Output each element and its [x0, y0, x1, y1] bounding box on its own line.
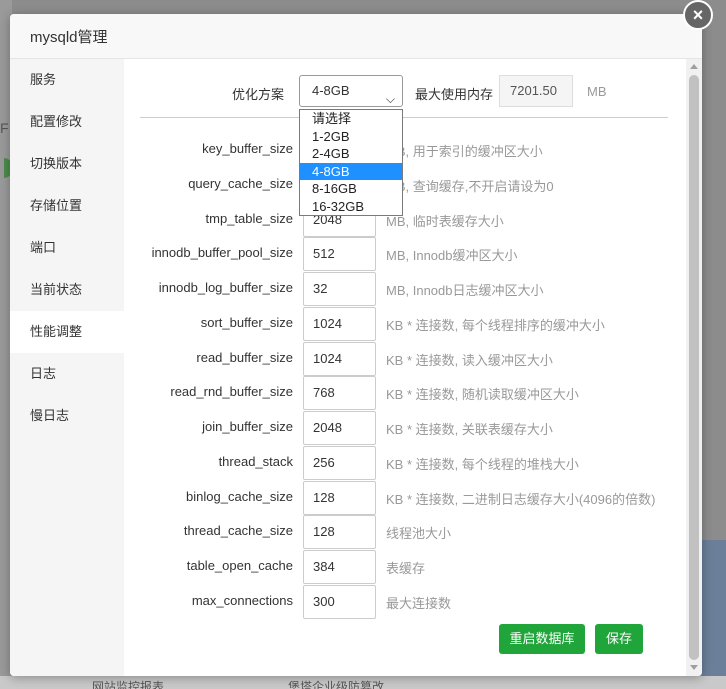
param-description: 表缓存	[386, 561, 426, 576]
restart-database-button[interactable]: 重启数据库	[499, 624, 585, 654]
param-row-binlog-cache-size: binlog_cache_size 128 KB * 连接数, 二进制日志缓存大小(…	[124, 480, 686, 515]
background-text: 堡塔企业级防篡改	[288, 680, 385, 689]
sidebar-item-storage[interactable]: 存储位置	[10, 185, 124, 227]
param-label: innodb_buffer_pool_size	[151, 245, 293, 261]
param-input[interactable]: 128	[303, 480, 376, 515]
param-input[interactable]: 1024	[303, 306, 376, 341]
param-label: join_buffer_size	[202, 419, 293, 434]
optimize-dropdown-list: 请选择 1-2GB 2-4GB 4-8GB 8-16GB 16-32GB	[299, 109, 403, 216]
param-input[interactable]: 32	[303, 272, 376, 306]
optimize-selected-value: 4-8GB	[312, 83, 350, 98]
modal-title: mysqld管理	[30, 28, 108, 46]
background-page-bottom: 网站监控报表 堡塔企业级防篡改	[0, 676, 726, 689]
sidebar-item-service[interactable]: 服务	[10, 59, 124, 101]
param-description: KB * 连接数, 每个线程排序的缓冲大小	[386, 317, 605, 333]
param-label: max_connections	[191, 592, 293, 608]
param-input[interactable]: 512	[303, 237, 376, 272]
param-row-innodb-buffer-pool-size: innodb_buffer_pool_size 512 MB, Innodb缓冲区大…	[124, 237, 686, 272]
dropdown-option[interactable]: 1-2GB	[300, 128, 402, 146]
param-input[interactable]: 1024	[303, 341, 376, 376]
sidebar-item-switch-version[interactable]: 切换版本	[10, 143, 124, 185]
param-input[interactable]: 2048	[303, 411, 376, 445]
max-memory-field[interactable]: 7201.50	[499, 75, 573, 107]
param-input[interactable]: 128	[303, 515, 376, 550]
param-input[interactable]: 256	[303, 445, 376, 480]
param-row-innodb-log-buffer-size: innodb_log_buffer_size 32 MB, Innodb日志缓冲区大…	[124, 272, 686, 306]
param-description: MB, 临时表缓存大小	[386, 213, 504, 229]
param-row-thread-stack: thread_stack 256 KB * 连接数, 每个线程的堆栈大小	[124, 445, 686, 480]
sidebar-item-log[interactable]: 日志	[10, 353, 124, 395]
background-text: 网站监控报表	[92, 680, 165, 689]
param-input[interactable]: 300	[303, 584, 376, 619]
param-row-thread-cache-size: thread_cache_size 128 线程池大小	[124, 515, 686, 550]
param-description: 线程池大小	[386, 526, 452, 542]
mysqld-modal: mysqld管理 服务 配置修改 切换版本 存储位置 端口 当前状态 性能调整 …	[10, 14, 702, 676]
optimize-select[interactable]: 4-8GB ⌵	[299, 75, 403, 107]
param-input[interactable]: 384	[303, 550, 376, 584]
performance-panel: 优化方案 4-8GB ⌵ 最大使用内存 7201.50 MB key_buffe…	[124, 59, 686, 676]
param-description: MB, 用于索引的缓冲区大小	[386, 144, 543, 159]
divider	[140, 117, 668, 118]
param-description: 最大连接数	[386, 595, 452, 611]
scrollbar-thumb[interactable]	[689, 75, 699, 660]
sidebar-item-port[interactable]: 端口	[10, 227, 124, 269]
save-button[interactable]: 保存	[595, 624, 643, 654]
dropdown-option[interactable]: 16-32GB	[300, 198, 402, 216]
sidebar-item-status[interactable]: 当前状态	[10, 269, 124, 311]
param-row-sort-buffer-size: sort_buffer_size 1024 KB * 连接数, 每个线程排序的缓冲大…	[124, 306, 686, 341]
param-row-key-buffer-size: key_buffer_size384MB, 用于索引的缓冲区大小	[124, 133, 686, 167]
param-description: MB, Innodb缓冲区大小	[386, 248, 518, 264]
param-label: thread_stack	[218, 453, 293, 469]
param-description: KB * 连接数, 随机读取缓冲区大小	[386, 387, 579, 403]
max-memory-label: 最大使用内存	[415, 87, 494, 102]
param-label: binlog_cache_size	[186, 488, 293, 504]
param-description: KB * 连接数, 二进制日志缓存大小(4096的倍数)	[386, 491, 656, 507]
param-row-max-connections: max_connections 300 最大连接数	[124, 584, 686, 619]
param-label: thread_cache_size	[183, 523, 293, 539]
param-input[interactable]: 768	[303, 376, 376, 411]
param-label: innodb_log_buffer_size	[158, 280, 293, 295]
param-row-join-buffer-size: join_buffer_size 2048 KB * 连接数, 关联表缓存大小	[124, 411, 686, 445]
param-label: sort_buffer_size	[200, 314, 293, 330]
param-label: table_open_cache	[186, 558, 293, 573]
param-row-read-buffer-size: read_buffer_size 1024 KB * 连接数, 读入缓冲区大小	[124, 341, 686, 376]
dropdown-option[interactable]: 请选择	[300, 110, 402, 128]
optimize-label: 优化方案	[232, 87, 285, 102]
param-label: tmp_table_size	[205, 210, 293, 226]
param-description: KB * 连接数, 每个线程的堆栈大小	[386, 456, 579, 472]
sidebar-item-performance[interactable]: 性能调整	[10, 311, 124, 353]
scrollbar[interactable]	[686, 59, 702, 676]
modal-header: mysqld管理	[10, 14, 702, 59]
close-icon[interactable]: ×	[683, 0, 713, 30]
sidebar-item-slow-log[interactable]: 慢日志	[10, 395, 124, 437]
sidebar-item-config[interactable]: 配置修改	[10, 101, 124, 143]
param-description: MB, 查询缓存,不开启请设为0	[386, 178, 554, 194]
param-row-query-cache-size: query_cache_size192MB, 查询缓存,不开启请设为0	[124, 167, 686, 202]
param-description: KB * 连接数, 关联表缓存大小	[386, 422, 553, 437]
sidebar: 服务 配置修改 切换版本 存储位置 端口 当前状态 性能调整 日志 慢日志	[10, 59, 124, 676]
param-row-tmp-table-size: tmp_table_size 2048 MB, 临时表缓存大小	[124, 202, 686, 237]
scroll-down-arrow-icon[interactable]	[690, 665, 698, 670]
param-label: key_buffer_size	[202, 141, 293, 156]
dropdown-option[interactable]: 8-16GB	[300, 180, 402, 198]
optimize-row: 优化方案 4-8GB ⌵ 最大使用内存 7201.50 MB	[124, 75, 686, 109]
dropdown-option-selected[interactable]: 4-8GB	[300, 162, 402, 180]
max-memory-unit: MB	[587, 84, 607, 99]
param-row-read-rnd-buffer-size: read_rnd_buffer_size 768 KB * 连接数, 随机读取缓冲区…	[124, 376, 686, 411]
param-description: KB * 连接数, 读入缓冲区大小	[386, 352, 553, 368]
background-page-right	[702, 540, 726, 680]
param-label: read_buffer_size	[196, 349, 293, 365]
param-description: MB, Innodb日志缓冲区大小	[386, 283, 544, 298]
background-letter: F	[0, 120, 9, 136]
param-row-table-open-cache: table_open_cache 384 表缓存	[124, 550, 686, 584]
param-label: query_cache_size	[188, 175, 293, 191]
param-label: read_rnd_buffer_size	[170, 384, 293, 400]
dropdown-option[interactable]: 2-4GB	[300, 145, 402, 163]
scroll-up-arrow-icon[interactable]	[690, 64, 698, 69]
